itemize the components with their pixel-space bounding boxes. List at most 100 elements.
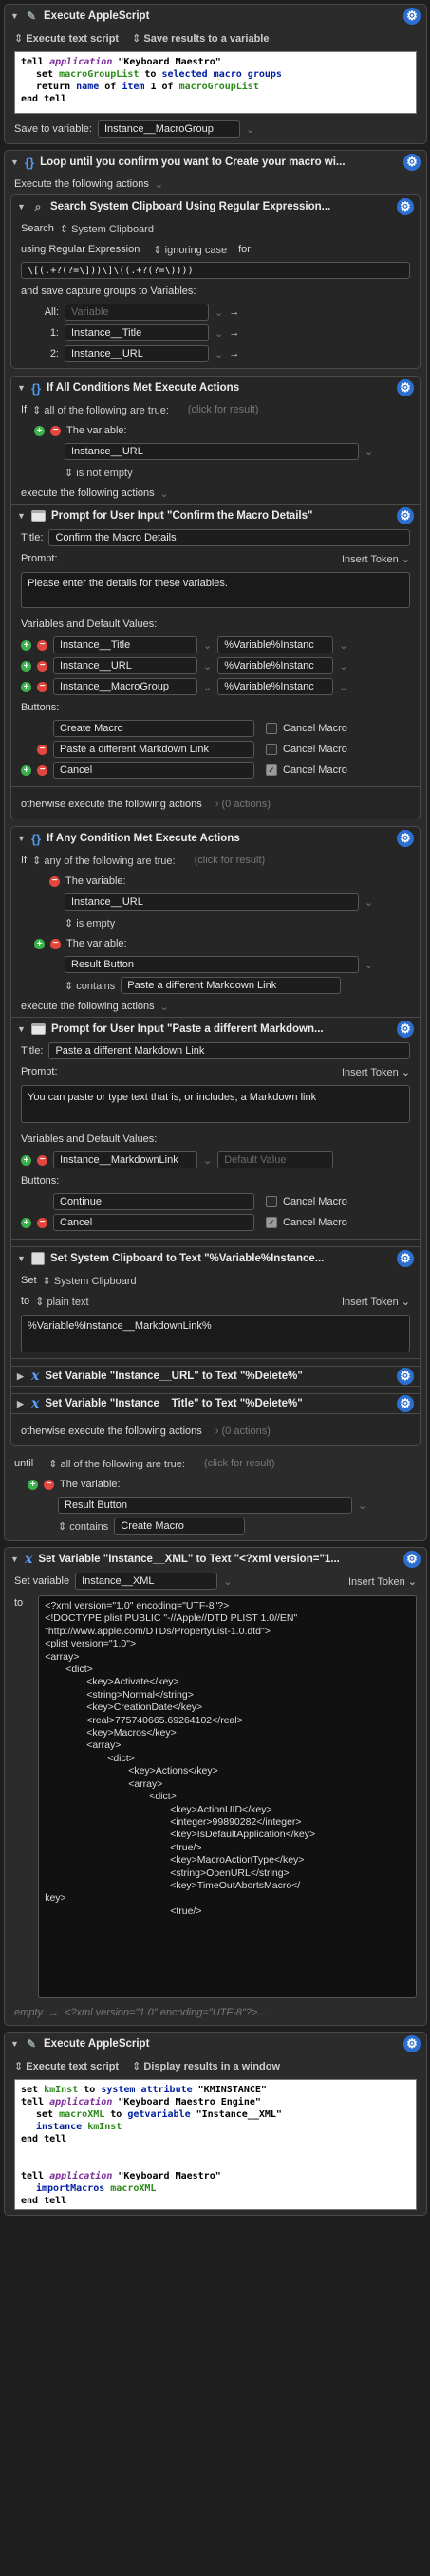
script-editor[interactable]: tell application "Keyboard Maestro" set m… — [14, 51, 417, 114]
until-value-field[interactable]: Create Macro — [114, 1518, 246, 1535]
execute-following-label[interactable]: execute the following actions ⌄ — [11, 996, 420, 1017]
gear-icon[interactable]: ⚙ — [397, 379, 414, 396]
disclosure-triangle-icon[interactable]: ▼ — [17, 202, 26, 212]
chevron-down-icon[interactable]: ⌄ — [365, 896, 373, 909]
variable-default-field[interactable]: %Variable%Instanc — [217, 657, 334, 674]
action-execute-applescript-1[interactable]: ▼ ✎ Execute AppleScript ⚙ ⇕ Execute text… — [4, 4, 427, 144]
add-variable-button[interactable]: + — [21, 660, 31, 672]
disclosure-triangle-icon[interactable]: ▶ — [17, 1371, 26, 1382]
button-name-field[interactable]: Paste a different Markdown Link — [53, 741, 254, 758]
variable-default-field[interactable]: %Variable%Instanc — [217, 678, 334, 695]
ignoring-case-popup[interactable]: ⇕ ignoring case — [153, 244, 227, 256]
clipboard-text-area[interactable]: %Variable%Instance__MarkdownLink% — [21, 1315, 410, 1352]
remove-condition-button[interactable]: − — [50, 425, 61, 436]
remove-condition-button[interactable]: − — [44, 1479, 54, 1490]
click-for-result[interactable]: (click for result) — [195, 855, 266, 866]
condition-mode-popup[interactable]: ⇕ any of the following are true: — [32, 855, 175, 867]
insert-token-menu[interactable]: Insert Token ⌄ — [342, 1066, 410, 1078]
disclosure-triangle-icon[interactable]: ▼ — [10, 11, 19, 21]
action-header[interactable]: ▼ {} If Any Condition Met Execute Action… — [11, 827, 420, 850]
action-set-variable-xml[interactable]: ▼ x Set Variable "Instance__XML" to Text… — [4, 1547, 427, 2026]
prompt-title-field[interactable]: Paste a different Markdown Link — [48, 1042, 410, 1059]
action-header[interactable]: ▼ Prompt for User Input "Confirm the Mac… — [11, 505, 420, 527]
condition-operator-popup[interactable]: ⇕ is empty — [65, 917, 115, 929]
cancel-macro-checkbox[interactable]: ✓ — [266, 1217, 277, 1228]
prompt-text-area[interactable]: Please enter the details for these varia… — [21, 572, 410, 608]
search-source-popup[interactable]: ⇕ System Clipboard — [60, 223, 154, 235]
save-variable-field[interactable]: Instance__MacroGroup — [97, 120, 240, 138]
insert-token-menu[interactable]: Insert Token ⌄ — [342, 553, 410, 565]
remove-variable-button[interactable]: − — [37, 639, 47, 651]
action-header[interactable]: ▼ {} If All Conditions Met Execute Actio… — [11, 377, 420, 399]
capture-1-field[interactable]: Instance__Title — [65, 324, 209, 341]
button-name-field[interactable]: Continue — [53, 1193, 254, 1210]
button-name-field[interactable]: Create Macro — [53, 720, 254, 737]
add-button-button[interactable]: + — [21, 764, 31, 776]
condition-variable-field[interactable]: Instance__URL — [65, 443, 359, 460]
remove-variable-button[interactable]: − — [37, 660, 47, 672]
chevron-down-icon[interactable]: ⌄ — [215, 348, 223, 360]
insert-token-menu[interactable]: Insert Token ⌄ — [348, 1575, 417, 1588]
chevron-down-icon[interactable]: ⌄ — [365, 446, 373, 458]
add-variable-button[interactable]: + — [21, 681, 31, 692]
cancel-macro-checkbox[interactable]: ✓ — [266, 764, 277, 776]
action-if-any[interactable]: ▼ {} If Any Condition Met Execute Action… — [10, 826, 421, 1446]
condition-variable-field[interactable]: Instance__URL — [65, 893, 359, 911]
variable-name-field[interactable]: Instance__URL — [53, 657, 197, 674]
action-prompt-confirm[interactable]: ▼ Prompt for User Input "Confirm the Mac… — [11, 504, 420, 787]
until-variable-field[interactable]: Result Button — [58, 1497, 352, 1514]
condition-variable-field[interactable]: Result Button — [65, 956, 359, 973]
gear-icon[interactable]: ⚙ — [403, 2035, 421, 2052]
chevron-down-icon[interactable]: ⌄ — [215, 327, 223, 340]
variable-name-field[interactable]: Instance__MacroGroup — [53, 678, 197, 695]
result-handling-popup[interactable]: ⇕ Display results in a window — [132, 2060, 280, 2072]
cancel-macro-checkbox[interactable] — [266, 1196, 277, 1207]
action-header[interactable]: ▼ ⌕ Search System Clipboard Using Regula… — [11, 195, 420, 218]
action-search-regex[interactable]: ▼ ⌕ Search System Clipboard Using Regula… — [10, 194, 421, 369]
script-source-popup[interactable]: ⇕ Execute text script — [14, 2060, 119, 2072]
gear-icon[interactable]: ⚙ — [403, 1551, 421, 1568]
add-variable-button[interactable]: + — [21, 1154, 31, 1166]
gear-icon[interactable]: ⚙ — [403, 8, 421, 25]
execute-following-label[interactable]: execute the following actions ⌄ — [11, 483, 420, 504]
chevron-down-icon[interactable]: ⌄ — [203, 639, 212, 652]
arrow-right-icon[interactable]: → — [229, 348, 239, 359]
arrow-right-icon[interactable]: → — [229, 327, 239, 339]
disclosure-triangle-icon[interactable]: ▼ — [17, 834, 26, 843]
variable-default-field[interactable]: %Variable%Instanc — [217, 636, 334, 653]
action-header[interactable]: ▼ ✎ Execute AppleScript ⚙ — [5, 5, 426, 28]
disclosure-triangle-icon[interactable]: ▼ — [17, 1024, 26, 1034]
add-condition-button[interactable]: + — [28, 1479, 38, 1490]
action-header[interactable]: ▼ ✎ Execute AppleScript ⚙ — [5, 2033, 426, 2055]
otherwise-label[interactable]: otherwise execute the following actions ›… — [11, 1421, 420, 1442]
condition-value-field[interactable]: Paste a different Markdown Link — [121, 977, 342, 994]
action-header[interactable]: ▼ Set System Clipboard to Text "%Variabl… — [11, 1247, 420, 1270]
capture-2-field[interactable]: Instance__URL — [65, 345, 209, 362]
action-header[interactable]: ▼ Prompt for User Input "Paste a differe… — [11, 1018, 420, 1040]
gear-icon[interactable]: ⚙ — [397, 198, 414, 215]
remove-condition-button[interactable]: − — [50, 938, 61, 949]
gear-icon[interactable]: ⚙ — [397, 1395, 414, 1412]
add-condition-button[interactable]: + — [34, 938, 45, 949]
add-variable-button[interactable]: + — [21, 639, 31, 651]
chevron-down-icon[interactable]: ⌄ — [246, 123, 254, 136]
chevron-down-icon[interactable]: ⌄ — [203, 681, 212, 693]
prompt-title-field[interactable]: Confirm the Macro Details — [48, 529, 410, 546]
disclosure-triangle-icon[interactable]: ▼ — [17, 511, 26, 521]
disclosure-triangle-icon[interactable]: ▼ — [10, 2039, 19, 2049]
variable-name-field[interactable]: Instance__Title — [53, 636, 197, 653]
result-handling-popup[interactable]: ⇕ Save results to a variable — [132, 32, 269, 45]
action-set-variable-title[interactable]: ▶ x Set Variable "Instance__Title" to Te… — [11, 1393, 420, 1414]
insert-token-menu[interactable]: Insert Token ⌄ — [342, 1296, 410, 1308]
disclosure-triangle-icon[interactable]: ▶ — [17, 1399, 26, 1409]
gear-icon[interactable]: ⚙ — [403, 154, 421, 171]
gear-icon[interactable]: ⚙ — [397, 1021, 414, 1038]
until-operator-popup[interactable]: ⇕ contains — [58, 1520, 108, 1533]
action-prompt-paste[interactable]: ▼ Prompt for User Input "Paste a differe… — [11, 1017, 420, 1240]
action-set-variable-url[interactable]: ▶ x Set Variable "Instance__URL" to Text… — [11, 1366, 420, 1387]
remove-variable-button[interactable]: − — [37, 681, 47, 692]
chevron-down-icon[interactable]: ⌄ — [215, 306, 223, 319]
script-source-popup[interactable]: ⇕ Execute text script — [14, 32, 119, 45]
remove-condition-button[interactable]: − — [49, 875, 60, 887]
disclosure-triangle-icon[interactable]: ▼ — [17, 383, 26, 393]
